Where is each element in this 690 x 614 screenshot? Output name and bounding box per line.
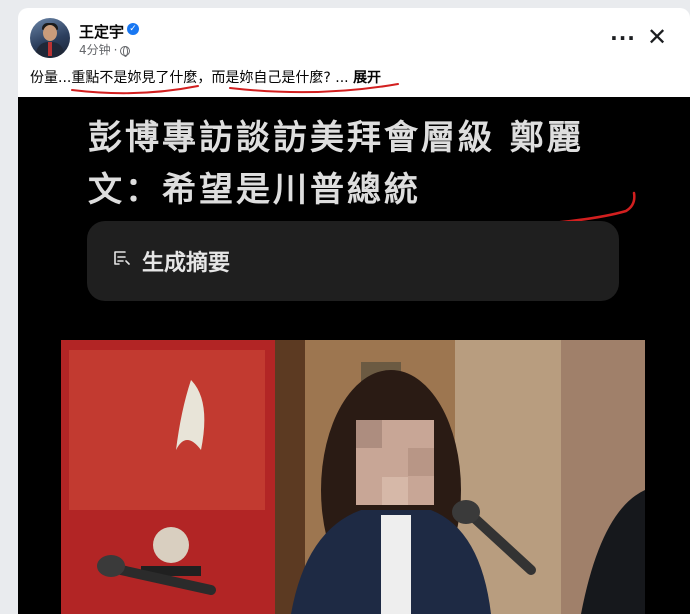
ink-underline-headline [192,191,636,232]
post-media[interactable]: 彭博專訪談訪美拜會層級 鄭麗 文：希望是川普總統 生成摘要 [18,97,690,614]
post-card: 王定宇 ✓ 4分钟 · ··· ✕ 份量...重點不是妳見了什麼，而是妳自己是什麼… [18,8,690,614]
post-header: 王定宇 ✓ 4分钟 · ··· ✕ 份量...重點不是妳見了什麼，而是妳自己是什麼… [18,8,690,98]
summary-button[interactable]: 生成摘要 [87,221,619,301]
summary-icon [114,251,130,265]
summary-label: 生成摘要 [142,251,231,276]
ink-underline-text [71,83,399,95]
news-photo [61,340,645,614]
